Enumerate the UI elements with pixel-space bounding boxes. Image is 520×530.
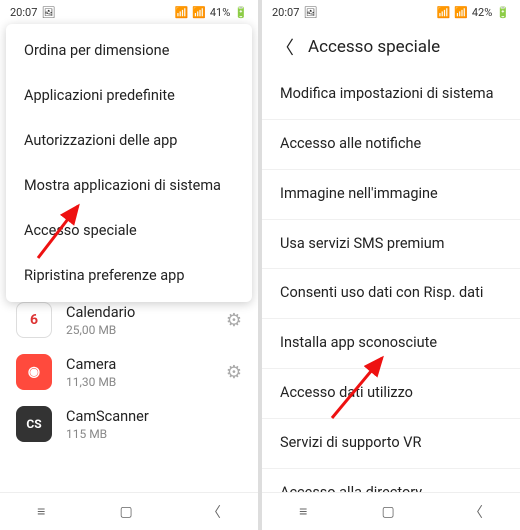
back-icon[interactable]: 〈 <box>276 34 294 60</box>
nav-back-icon[interactable]: 〈 <box>469 502 483 522</box>
app-size: 115 MB <box>66 427 242 441</box>
battery-percent: 42% <box>472 6 492 19</box>
image-indicator-icon: 🖼 <box>303 6 317 19</box>
gear-icon[interactable]: ⚙ <box>226 362 242 383</box>
phone-left: 20:07 🖼 📶 📶 41% 🔋 Ordina per dimensione … <box>0 0 258 530</box>
setting-premium-sms[interactable]: Usa servizi SMS premium <box>262 220 520 270</box>
app-row[interactable]: ◉ Camera 11,30 MB ⚙ <box>0 346 258 398</box>
app-icon: CS <box>16 406 52 442</box>
app-icon: 6 <box>16 302 52 338</box>
wifi-icon: 📶 <box>436 6 450 19</box>
menu-show-system-apps[interactable]: Mostra applicazioni di sistema <box>6 163 252 208</box>
setting-vr-support[interactable]: Servizi di supporto VR <box>262 419 520 469</box>
app-size: 25,00 MB <box>66 323 212 337</box>
nav-home-icon[interactable]: ▢ <box>381 504 394 520</box>
status-time: 20:07 <box>272 6 299 19</box>
nav-recents-icon[interactable]: ≡ <box>299 503 307 520</box>
setting-data-saver[interactable]: Consenti uso dati con Risp. dati <box>262 269 520 319</box>
menu-special-access[interactable]: Accesso speciale <box>6 208 252 253</box>
page-title: Accesso speciale <box>308 37 440 57</box>
app-size: 11,30 MB <box>66 375 212 389</box>
setting-install-unknown-apps[interactable]: Installa app sconosciute <box>262 319 520 369</box>
image-indicator-icon: 🖼 <box>41 6 55 19</box>
nav-bar: ≡ ▢ 〈 <box>262 492 520 530</box>
battery-percent: 41% <box>210 6 230 19</box>
menu-reset-preferences[interactable]: Ripristina preferenze app <box>6 253 252 298</box>
nav-back-icon[interactable]: 〈 <box>207 502 221 522</box>
setting-directory-access[interactable]: Accesso alla directory <box>262 469 520 492</box>
app-name: CamScanner <box>66 408 242 425</box>
menu-app-permissions[interactable]: Autorizzazioni delle app <box>6 118 252 163</box>
nav-home-icon[interactable]: ▢ <box>119 504 132 520</box>
setting-usage-data-access[interactable]: Accesso dati utilizzo <box>262 369 520 419</box>
battery-icon: 🔋 <box>496 6 510 19</box>
status-time: 20:07 <box>10 6 37 19</box>
nav-bar: ≡ ▢ 〈 <box>0 492 258 530</box>
setting-picture-in-picture[interactable]: Immagine nell'immagine <box>262 170 520 220</box>
header: 〈 Accesso speciale <box>262 24 520 70</box>
nav-recents-icon[interactable]: ≡ <box>37 503 45 520</box>
app-row[interactable]: CS CamScanner 115 MB <box>0 398 258 450</box>
menu-sort-by-size[interactable]: Ordina per dimensione <box>6 28 252 73</box>
signal-icon: 📶 <box>192 6 206 19</box>
app-name: Camera <box>66 356 212 373</box>
app-name: Calendario <box>66 304 212 321</box>
signal-icon: 📶 <box>454 6 468 19</box>
wifi-icon: 📶 <box>174 6 188 19</box>
app-icon: ◉ <box>16 354 52 390</box>
battery-icon: 🔋 <box>234 6 248 19</box>
overflow-menu: Ordina per dimensione Applicazioni prede… <box>6 24 252 302</box>
status-bar: 20:07 🖼 📶 📶 42% 🔋 <box>262 0 520 24</box>
setting-modify-system[interactable]: Modifica impostazioni di sistema <box>262 70 520 120</box>
phone-right: 20:07 🖼 📶 📶 42% 🔋 〈 Accesso speciale Mod… <box>262 0 520 530</box>
gear-icon[interactable]: ⚙ <box>226 310 242 331</box>
dual-screenshot-container: 20:07 🖼 📶 📶 41% 🔋 Ordina per dimensione … <box>0 0 520 530</box>
menu-default-apps[interactable]: Applicazioni predefinite <box>6 73 252 118</box>
status-bar: 20:07 🖼 📶 📶 41% 🔋 <box>0 0 258 24</box>
settings-list: Modifica impostazioni di sistema Accesso… <box>262 70 520 492</box>
setting-notification-access[interactable]: Accesso alle notifiche <box>262 120 520 170</box>
